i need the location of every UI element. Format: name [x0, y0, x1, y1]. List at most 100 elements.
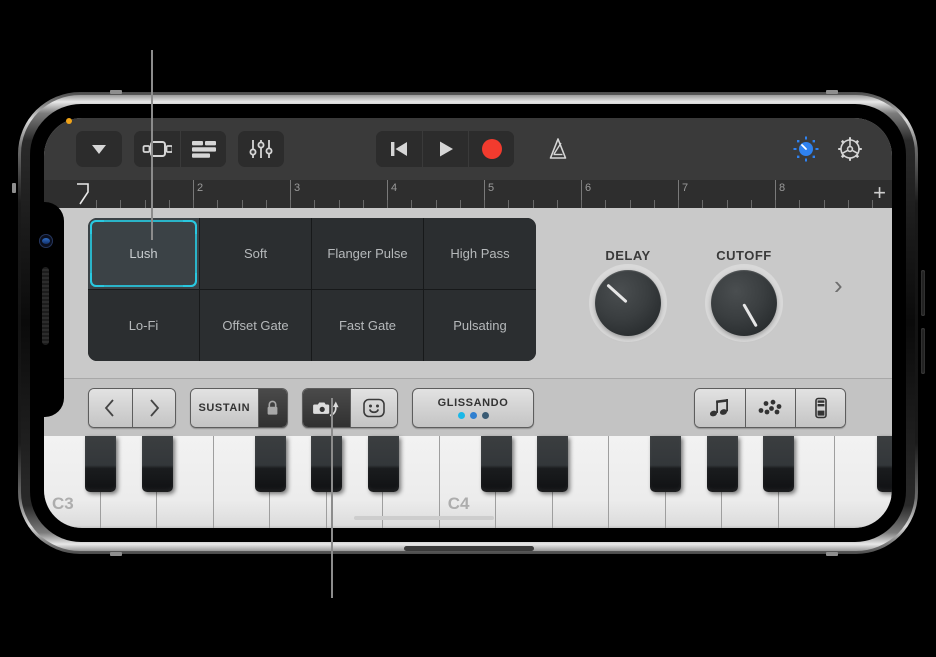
frame-antenna-mark-left	[12, 183, 16, 193]
sustain-lock-button[interactable]	[257, 389, 287, 427]
ruler-tick	[654, 200, 655, 208]
play-button[interactable]	[422, 131, 468, 167]
playhead-marker[interactable]	[76, 183, 89, 205]
selection-corner-tl	[90, 220, 104, 234]
navigation-dropdown[interactable]	[76, 131, 122, 167]
preset-cell-offset-gate[interactable]: Offset Gate	[200, 289, 312, 361]
black-key[interactable]	[650, 436, 682, 492]
ruler-tick	[460, 200, 461, 208]
black-key[interactable]	[141, 436, 173, 492]
ruler-tick	[339, 200, 340, 208]
cutoff-knob-control: CUTOFF	[694, 248, 794, 336]
chevron-left-icon	[105, 399, 115, 417]
mixer-group	[238, 131, 284, 167]
add-section-button[interactable]: +	[873, 181, 886, 205]
volume-up-button[interactable]	[921, 270, 925, 316]
keyboard-size-button[interactable]	[795, 389, 845, 427]
loop-browser-button[interactable]	[134, 131, 180, 167]
callout-line-preset	[151, 50, 153, 240]
selection-corner-br	[183, 272, 197, 287]
ruler-tick	[411, 200, 412, 208]
gear-icon	[838, 137, 862, 161]
ruler-tick	[630, 200, 631, 208]
preset-cell-pulsating[interactable]: Pulsating	[424, 289, 536, 361]
ruler-tick	[508, 200, 509, 208]
delay-knob[interactable]	[595, 270, 661, 336]
black-key[interactable]	[85, 436, 117, 492]
ruler-tick	[678, 200, 679, 208]
ruler-tick	[266, 200, 267, 208]
glissando-button[interactable]: GLISSANDO	[412, 388, 534, 428]
delay-knob-label: DELAY	[605, 248, 651, 263]
metronome-button[interactable]	[536, 131, 580, 167]
ruler-tick	[799, 200, 800, 208]
preset-cell-lo-fi[interactable]: Lo-Fi	[88, 289, 200, 361]
track-view-button[interactable]	[180, 131, 226, 167]
preset-cell-lush[interactable]: Lush	[88, 218, 200, 290]
delay-knob-control: DELAY	[578, 248, 678, 336]
chord-dots-button[interactable]	[745, 389, 795, 427]
sustain-button[interactable]: SUSTAIN	[191, 389, 258, 427]
ruler-bar-number: 7	[682, 182, 689, 194]
rewind-icon	[391, 142, 407, 156]
glissando-dot-1	[457, 412, 465, 419]
mixer-button[interactable]	[238, 131, 284, 167]
cutoff-knob[interactable]	[711, 270, 777, 336]
ruler-tick	[581, 200, 582, 208]
preset-cell-fast-gate[interactable]: Fast Gate	[312, 289, 424, 361]
ruler-tick	[848, 200, 849, 208]
delay-knob-pointer	[606, 284, 628, 304]
next-page-chevron[interactable]: ›	[834, 270, 843, 301]
preset-label: Offset Gate	[222, 317, 289, 333]
lock-icon	[267, 400, 278, 415]
black-key[interactable]	[537, 436, 569, 492]
timeline-ruler[interactable]: 2 3 4 5 6 7 8 +	[44, 180, 892, 208]
black-key[interactable]	[706, 436, 738, 492]
transport-group	[376, 131, 514, 167]
glissando-label: GLISSANDO	[437, 397, 509, 409]
ruler-tick	[290, 200, 291, 208]
black-key[interactable]	[367, 436, 399, 492]
selection-corner-bl	[90, 272, 104, 287]
face-control-button[interactable]	[349, 389, 397, 427]
preset-cell-high-pass[interactable]: High Pass	[424, 218, 536, 290]
black-key[interactable]	[311, 436, 343, 492]
black-key[interactable]	[480, 436, 512, 492]
glissando-mode-dots	[457, 412, 489, 419]
glissando-dot-3	[481, 412, 489, 419]
cutoff-knob-label: CUTOFF	[716, 248, 772, 263]
device-frame-inner: 2345678 + Lush Soft Flanger Pulse High P…	[21, 95, 915, 551]
keyboard-mode-group	[694, 388, 846, 428]
callout-line-camera	[331, 398, 333, 598]
view-mode-group	[134, 131, 226, 167]
preset-cell-soft[interactable]: Soft	[200, 218, 312, 290]
keyboard-scroll-indicator[interactable]	[354, 516, 494, 520]
octave-up-button[interactable]	[131, 389, 175, 427]
ruler-tick	[314, 200, 315, 208]
black-key[interactable]	[763, 436, 795, 492]
blue-knob-icon	[793, 136, 819, 162]
preset-label: High Pass	[450, 245, 510, 261]
preset-cell-flanger-pulse[interactable]: Flanger Pulse	[312, 218, 424, 290]
ruler-tick	[145, 200, 146, 208]
volume-down-button[interactable]	[921, 328, 925, 374]
black-key[interactable]	[254, 436, 286, 492]
scale-notes-button[interactable]	[695, 389, 745, 427]
record-button[interactable]	[468, 131, 514, 167]
black-key[interactable]	[876, 436, 892, 492]
rewind-button[interactable]	[376, 131, 422, 167]
instrument-controls-panel: Lush Soft Flanger Pulse High Pass Lo-Fi …	[44, 208, 892, 378]
camera-rotate-button[interactable]	[303, 389, 350, 427]
fx-knob-button[interactable]	[784, 131, 828, 167]
ruler-tick	[751, 200, 752, 208]
earpiece-speaker	[42, 267, 49, 345]
app-toolbar	[44, 118, 892, 180]
octave-down-button[interactable]	[89, 389, 132, 427]
cutoff-knob-pointer	[742, 303, 758, 328]
eighth-notes-icon	[709, 399, 728, 417]
keyboard-size-icon	[814, 397, 827, 419]
frame-antenna-mark-tl	[110, 90, 122, 94]
settings-button[interactable]	[828, 131, 872, 167]
screenshot-root: 2345678 + Lush Soft Flanger Pulse High P…	[0, 0, 936, 657]
ruler-tick	[484, 200, 485, 208]
